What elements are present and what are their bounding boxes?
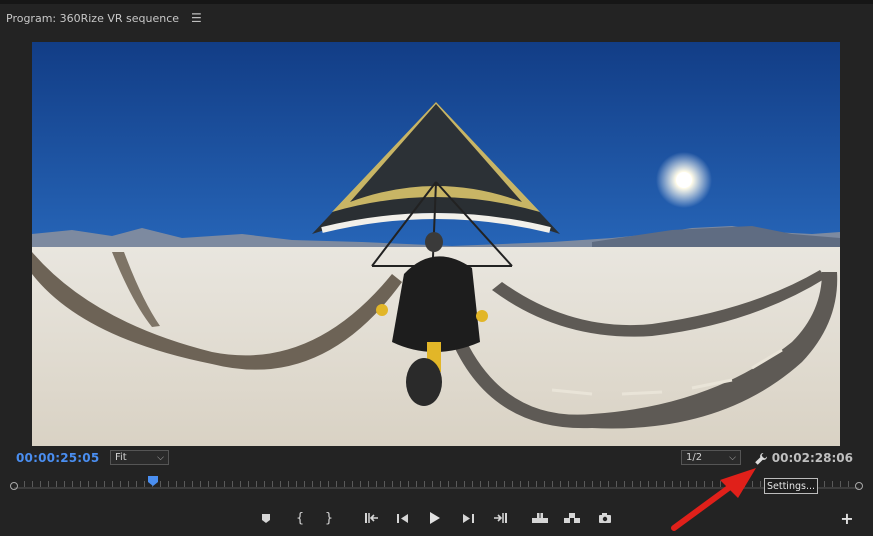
mark-out-icon: } [324, 510, 334, 526]
lift-button[interactable] [530, 508, 550, 528]
playhead-icon[interactable] [148, 476, 159, 486]
add-marker-button[interactable] [256, 508, 276, 528]
ruler-start-handle[interactable] [10, 482, 18, 490]
video-frame-image [32, 42, 840, 446]
ruler-end-handle[interactable] [855, 482, 863, 490]
step-forward-icon [463, 513, 474, 523]
plus-icon: + [840, 508, 854, 528]
lift-icon [532, 513, 548, 523]
hamburger-menu-icon[interactable]: ☰ [191, 11, 202, 25]
transport-controls: { } + [0, 508, 873, 528]
camera-icon [599, 513, 611, 523]
current-timecode[interactable]: 00:00:25:05 [16, 451, 99, 465]
panel-header: Program: 360Rize VR sequence ☰ [0, 4, 873, 32]
go-to-in-button[interactable] [362, 508, 382, 528]
go-to-out-icon [494, 513, 507, 523]
step-back-icon [397, 513, 408, 523]
zoom-level-value: Fit [115, 452, 127, 463]
extract-button[interactable] [562, 508, 582, 528]
marker-icon [262, 513, 270, 523]
mark-in-button[interactable]: { [290, 508, 310, 528]
duration-timecode: 00:02:28:06 [771, 451, 853, 465]
export-frame-button[interactable] [595, 508, 615, 528]
step-forward-button[interactable] [458, 508, 478, 528]
chevron-down-icon: ⌵ [729, 452, 736, 463]
play-icon [430, 512, 440, 524]
go-to-out-button[interactable] [490, 508, 510, 528]
mark-in-icon: { [295, 510, 305, 526]
play-button[interactable] [425, 508, 445, 528]
mark-out-button[interactable]: } [319, 508, 339, 528]
chevron-down-icon: ⌵ [157, 452, 164, 463]
program-monitor-video[interactable] [32, 42, 840, 446]
step-back-button[interactable] [393, 508, 413, 528]
zoom-level-select[interactable]: Fit ⌵ [110, 450, 169, 465]
panel-title[interactable]: Program: 360Rize VR sequence [6, 12, 179, 25]
go-to-in-icon [365, 513, 378, 523]
extract-icon [564, 513, 580, 523]
settings-tooltip: Settings... [764, 478, 818, 494]
button-editor-button[interactable]: + [837, 508, 857, 528]
